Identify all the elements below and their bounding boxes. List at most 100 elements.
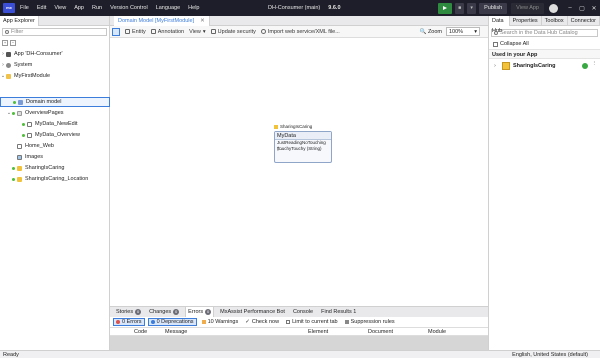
- play-icon: [443, 6, 448, 10]
- add-annotation-button[interactable]: Annotation: [150, 29, 184, 35]
- update-security-button[interactable]: Update security: [210, 28, 256, 35]
- menu-version-control[interactable]: Version Control: [110, 5, 148, 11]
- entity-attribute[interactable]: TouchyTouchy (String): [275, 146, 331, 152]
- errors-toolbar: 0 Errors 0 Deprecations 10 Warnings ✓ Che…: [110, 317, 488, 328]
- domain-model-canvas[interactable]: SharingIsCaring MyData JustReadingNoTouc…: [110, 38, 488, 306]
- tab-app-explorer[interactable]: App Explorer: [0, 16, 39, 26]
- document-tab-bar: Domain Model [MyFirstModule] ✕: [110, 16, 488, 26]
- select-tool-icon[interactable]: [112, 27, 120, 36]
- menu-language[interactable]: Language: [156, 5, 180, 11]
- title-bar: mx File Edit View App Run Version Contro…: [0, 0, 600, 16]
- tree-item-label: OverviewPages: [25, 110, 64, 116]
- tree-item-label: System: [14, 62, 33, 68]
- check-circle-icon: [582, 63, 588, 69]
- zoom-select[interactable]: 100% ▾: [446, 27, 480, 36]
- filter-input[interactable]: Filter: [2, 28, 107, 36]
- suppression-label: Suppression rules: [350, 319, 395, 325]
- close-tab-icon[interactable]: ✕: [200, 18, 205, 24]
- tab-label: Changes: [149, 309, 172, 315]
- check-now-label: Check now: [251, 319, 280, 325]
- deprecations-filter-toggle[interactable]: 0 Deprecations: [147, 318, 197, 326]
- rules-icon: [344, 320, 349, 324]
- publish-button[interactable]: Publish: [479, 2, 508, 14]
- menu-file[interactable]: File: [20, 5, 29, 11]
- tab-data-hub[interactable]: Data Hub: [489, 16, 510, 34]
- tab-errors[interactable]: Errors 0: [185, 306, 215, 318]
- tab-stories[interactable]: Stories 0: [114, 307, 143, 318]
- module-icon: [6, 73, 11, 79]
- tree-item-myfirstmodule[interactable]: ⌄ MyFirstModule: [0, 71, 110, 81]
- tree-item-mydata-overview[interactable]: MyData_Overview: [0, 130, 110, 140]
- tab-properties[interactable]: Properties: [510, 16, 542, 26]
- view-dropdown[interactable]: View ▾: [189, 29, 206, 35]
- suppression-rules-button[interactable]: Suppression rules: [343, 318, 397, 326]
- tree-item-domain-model[interactable]: Domain model: [0, 97, 110, 107]
- more-options-icon[interactable]: ⋮: [592, 61, 598, 67]
- tab-domain-model[interactable]: Domain Model [MyFirstModule] ✕: [114, 16, 210, 26]
- column-header-module[interactable]: Module: [428, 328, 446, 336]
- tree-item-home-web[interactable]: Home_Web: [0, 141, 110, 151]
- add-entity-button[interactable]: Entity: [125, 29, 146, 35]
- count-badge: 0: [205, 309, 212, 315]
- tree-item-label: MyData_Overview: [35, 132, 80, 138]
- data-hub-module-row[interactable]: › SharingIsCaring ⋮: [489, 59, 600, 73]
- tab-connector[interactable]: Connector: [568, 16, 600, 26]
- tab-changes[interactable]: Changes 0: [147, 307, 181, 318]
- run-button[interactable]: [438, 2, 453, 14]
- search-icon: [5, 30, 9, 34]
- update-security-label: Update security: [217, 28, 256, 35]
- limit-current-tab-checkbox[interactable]: Limit to current tab: [284, 318, 340, 326]
- column-header-element[interactable]: Element: [308, 328, 328, 336]
- tree-item-images[interactable]: Images: [0, 152, 110, 162]
- tree-item-system[interactable]: › System: [0, 60, 110, 70]
- tab-toolbox[interactable]: Toolbox: [542, 16, 568, 26]
- tree-item-label: SharingIsCaring_Location: [25, 176, 89, 182]
- entity-mydata[interactable]: MyData JustReadingNoTouching (... Touchy…: [274, 131, 332, 163]
- menu-edit[interactable]: Edit: [37, 5, 46, 11]
- tab-find-results[interactable]: Find Results 1: [319, 307, 358, 318]
- minimize-icon[interactable]: –: [564, 5, 576, 11]
- tree-item-sharingiscaring-location[interactable]: SharingIsCaring_Location: [0, 174, 110, 184]
- entity-icon: [125, 29, 130, 34]
- tree-item-overviewpages[interactable]: ⌄ OverviewPages: [0, 108, 110, 118]
- tab-mxassist[interactable]: MxAssist Performance Bot: [218, 307, 287, 318]
- warnings-count: 10 Warnings: [207, 319, 239, 325]
- zoom-value: 100%: [449, 29, 464, 35]
- check-now-button[interactable]: ✓ Check now: [243, 318, 281, 326]
- menu-view[interactable]: View: [54, 5, 66, 11]
- view-app-button[interactable]: View App: [511, 2, 544, 14]
- tab-label: Errors: [188, 309, 204, 315]
- status-dot: [22, 122, 25, 126]
- menu-run[interactable]: Run: [92, 5, 102, 11]
- warnings-filter-toggle[interactable]: 10 Warnings: [200, 318, 241, 326]
- error-icon: [116, 320, 120, 324]
- expand-all-icon[interactable]: +: [2, 40, 8, 46]
- entity-label: Entity: [132, 28, 146, 35]
- tree-item-sharingiscaring[interactable]: SharingIsCaring: [0, 163, 110, 173]
- domain-model-icon: [18, 99, 23, 105]
- import-web-service-button[interactable]: Import web service/XML file...: [260, 29, 340, 35]
- tree-item-label: SharingIsCaring: [25, 165, 65, 171]
- avatar[interactable]: [549, 3, 558, 13]
- tab-console[interactable]: Console: [291, 307, 315, 318]
- menu-app[interactable]: App: [74, 5, 84, 11]
- close-icon[interactable]: ✕: [588, 5, 600, 12]
- column-header-document[interactable]: Document: [368, 328, 393, 336]
- tab-label: Console: [292, 309, 314, 315]
- run-options-button[interactable]: ▾: [467, 2, 477, 14]
- collapse-all-icon[interactable]: −: [10, 40, 16, 46]
- bottom-tab-bar: Stories 0 Changes 0 Errors 0 MxAssist Perfo…: [110, 306, 488, 318]
- data-hub-search-input[interactable]: Search in the Data Hub Catalog: [491, 29, 598, 37]
- column-header-code[interactable]: Code: [134, 328, 147, 336]
- errors-filter-toggle[interactable]: 0 Errors: [113, 318, 145, 326]
- tree-item-mydata-newedit[interactable]: MyData_NewEdit: [0, 119, 110, 129]
- maximize-icon[interactable]: ▢: [576, 5, 588, 12]
- chevron-right-icon[interactable]: ›: [492, 63, 498, 69]
- tree-item-app[interactable]: › App 'DH-Consumer': [0, 49, 110, 59]
- stop-button[interactable]: ■: [455, 2, 465, 14]
- search-icon: [494, 31, 498, 35]
- column-header-message[interactable]: Message: [165, 328, 187, 336]
- menu-help[interactable]: Help: [188, 5, 199, 11]
- collapse-all-button[interactable]: Collapse All: [489, 40, 600, 49]
- entity-module-tag: SharingIsCaring: [274, 124, 312, 129]
